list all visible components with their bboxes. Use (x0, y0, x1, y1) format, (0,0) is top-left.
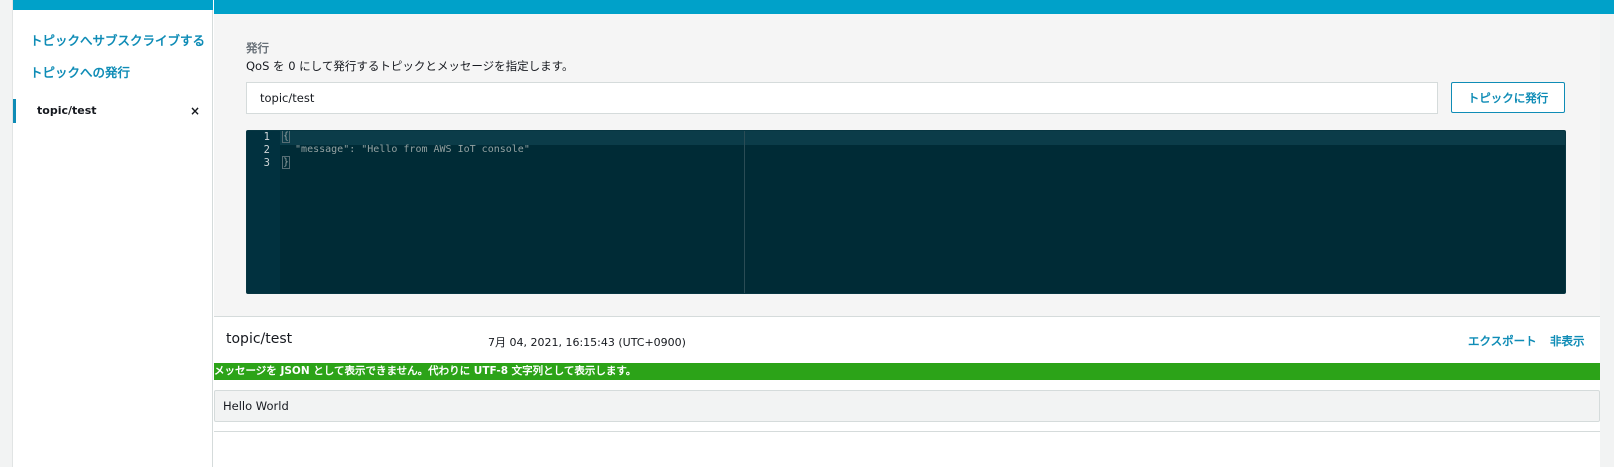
line-number: 1 (263, 131, 270, 143)
publish-description: QoS を 0 にして発行するトピックとメッセージを指定します。 (246, 59, 574, 73)
line-number: 2 (263, 144, 270, 156)
message-payload: Hello World (214, 390, 1600, 422)
publish-panel: 発行 QoS を 0 にして発行するトピックとメッセージを指定します。 トピック… (214, 14, 1600, 317)
left-gutter (0, 0, 13, 467)
sidebar-link-subscribe[interactable]: トピックへサブスクライブする (30, 30, 205, 49)
sidebar: トピックへサブスクライブする トピックへの発行 topic/test × (13, 0, 213, 467)
message-timestamp: 7月 04, 2021, 16:15:43 (UTC+0900) (488, 336, 686, 349)
message-header: topic/test 7月 04, 2021, 16:15:43 (UTC+09… (214, 318, 1600, 363)
bottom-area (214, 432, 1600, 467)
main-top-bar (214, 0, 1614, 14)
code-line: } (281, 156, 291, 169)
export-button[interactable]: エクスポート (1468, 333, 1537, 349)
close-icon[interactable]: × (190, 99, 200, 123)
hide-button[interactable]: 非表示 (1550, 333, 1585, 349)
line-number: 3 (263, 157, 270, 169)
publish-to-topic-button[interactable]: トピックに発行 (1451, 82, 1565, 113)
editor-print-margin (744, 131, 745, 293)
publish-title: 発行 (246, 41, 269, 55)
sidebar-link-publish[interactable]: トピックへの発行 (30, 62, 130, 81)
sidebar-top-bar (13, 0, 213, 10)
code-line: "message": "Hello from AWS IoT console" (283, 144, 530, 155)
sidebar-subscription-topic[interactable]: topic/test × (13, 99, 212, 123)
message-topic: topic/test (226, 331, 293, 347)
editor-active-line (280, 131, 1565, 145)
code-line: { (281, 131, 291, 143)
message-editor[interactable]: 1 2 3 { "message": "Hello from AWS IoT c… (246, 130, 1566, 294)
right-edge-strip (1600, 14, 1614, 467)
topic-input[interactable] (246, 82, 1438, 114)
subscription-topic-label: topic/test (37, 104, 97, 117)
json-warning-banner: メッセージを JSON として表示できません。代わりに UTF-8 文字列として… (214, 363, 1600, 380)
